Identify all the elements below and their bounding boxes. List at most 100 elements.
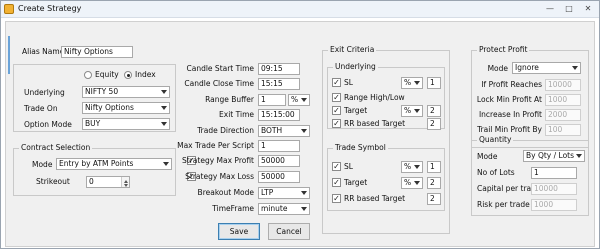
- risk-label: Risk per trade: [477, 200, 530, 209]
- protect-mode-select[interactable]: Ignore: [512, 62, 581, 74]
- trade-on-select[interactable]: Nifty Options: [82, 102, 170, 114]
- quantity-mode-label: Mode: [477, 152, 498, 161]
- trade-direction-select[interactable]: BOTH: [258, 125, 310, 137]
- equity-radio[interactable]: [84, 71, 92, 79]
- chevron-down-icon: [301, 191, 307, 195]
- range-buffer-unit-select[interactable]: %: [288, 94, 310, 106]
- chevron-down-icon: [161, 106, 167, 110]
- symbol-target-checkbox[interactable]: ✓: [332, 178, 341, 187]
- cancel-button[interactable]: Cancel: [268, 223, 310, 240]
- chevron-down-icon: [414, 81, 420, 85]
- protect-mode-label: Mode: [487, 64, 508, 73]
- underlying-target-label: Target: [344, 106, 368, 115]
- candle-close-label: Candle Close Time: [184, 79, 254, 88]
- max-profit-label: Strategy Max Profit: [182, 156, 254, 165]
- risk-input[interactable]: 1000: [531, 199, 577, 211]
- candle-close-input[interactable]: 15:15: [258, 78, 300, 90]
- candle-start-label: Candle Start Time: [186, 64, 255, 73]
- trade-direction-label: Trade Direction: [197, 126, 254, 135]
- maximize-icon[interactable]: □: [563, 4, 575, 14]
- contract-mode-label: Mode: [32, 160, 53, 169]
- quantity-mode-select[interactable]: By Qty / Lots: [523, 150, 585, 162]
- symbol-target-unit: %: [404, 178, 412, 187]
- range-buffer-input[interactable]: 1: [258, 94, 286, 106]
- candle-start-input[interactable]: 09:15: [258, 63, 300, 75]
- title-bar: Create Strategy — □ ✕: [1, 1, 599, 18]
- range-buffer-unit: %: [291, 95, 299, 104]
- max-trade-input[interactable]: 1: [258, 140, 300, 152]
- close-icon[interactable]: ✕: [582, 4, 594, 14]
- underlying-target-input[interactable]: 2: [427, 105, 441, 117]
- timeframe-select[interactable]: minute: [258, 203, 310, 215]
- chevron-down-icon: [414, 181, 420, 185]
- underlying-rr-input[interactable]: 2: [427, 118, 441, 130]
- spin-buttons[interactable]: [121, 177, 129, 187]
- underlying-label: Underlying: [24, 88, 65, 97]
- underlying-rr-checkbox[interactable]: ✓: [332, 119, 341, 128]
- symbol-sl-input[interactable]: 1: [427, 161, 441, 173]
- exit-time-input[interactable]: 15:15:00: [258, 109, 300, 121]
- breakout-mode-label: Breakout Mode: [197, 188, 254, 197]
- increase-input[interactable]: 2000: [545, 109, 581, 121]
- lots-input[interactable]: 1: [531, 167, 577, 179]
- symbol-target-unit-select[interactable]: %: [401, 177, 423, 189]
- symbol-sl-unit: %: [404, 162, 412, 171]
- range-high-low-checkbox[interactable]: ✓: [332, 93, 341, 102]
- minimize-icon[interactable]: —: [544, 4, 556, 14]
- max-loss-input[interactable]: 50000: [258, 171, 300, 183]
- protect-profit-title: Protect Profit: [477, 45, 530, 55]
- symbol-target-input[interactable]: 2: [427, 177, 441, 189]
- chevron-down-icon: [576, 154, 582, 158]
- breakout-mode-select[interactable]: LTP: [258, 187, 310, 199]
- spin-up-icon[interactable]: [123, 178, 128, 183]
- option-mode-select[interactable]: BUY: [82, 118, 170, 130]
- form-area: Alias Name Nifty Options Equity Index Un…: [5, 21, 595, 247]
- symbol-rr-input[interactable]: 2: [427, 193, 441, 205]
- save-button[interactable]: Save: [218, 223, 260, 240]
- contract-mode-select[interactable]: Entry by ATM Points: [56, 158, 172, 170]
- chevron-down-icon: [161, 122, 167, 126]
- underlying-sl-checkbox[interactable]: ✓: [332, 78, 341, 87]
- quantity-title: Quantity: [477, 135, 514, 145]
- spin-down-icon[interactable]: [123, 184, 128, 187]
- underlying-target-unit-select[interactable]: %: [401, 105, 423, 117]
- contract-mode-value: Entry by ATM Points: [59, 159, 134, 168]
- resize-grip: [8, 36, 10, 74]
- index-label: Index: [135, 70, 156, 79]
- underlying-select[interactable]: NIFTY 50: [82, 86, 170, 98]
- capital-input[interactable]: 10000: [531, 183, 577, 195]
- underlying-sl-unit: %: [404, 78, 412, 87]
- underlying-sl-input[interactable]: 1: [427, 77, 441, 89]
- lock-min-input[interactable]: 1000: [545, 94, 581, 106]
- exit-trade-symbol-title: Trade Symbol: [333, 143, 388, 153]
- quantity-mode-value: By Qty / Lots: [526, 151, 575, 160]
- exit-time-label: Exit Time: [219, 110, 254, 119]
- underlying-sl-unit-select[interactable]: %: [401, 77, 423, 89]
- trail-input[interactable]: 100: [545, 124, 581, 136]
- index-radio[interactable]: [124, 71, 132, 79]
- breakout-mode-value: LTP: [261, 188, 274, 197]
- strikeout-stepper[interactable]: 0: [86, 176, 130, 188]
- trade-on-label: Trade On: [24, 104, 58, 113]
- alias-name-input[interactable]: Nifty Options: [61, 46, 133, 58]
- lots-label: No of Lots: [477, 168, 515, 177]
- strikeout-value: 0: [89, 177, 94, 186]
- symbol-sl-checkbox[interactable]: ✓: [332, 162, 341, 171]
- if-profit-input[interactable]: 10000: [545, 79, 581, 91]
- if-profit-label: If Profit Reaches: [481, 80, 542, 89]
- symbol-rr-checkbox[interactable]: ✓: [332, 194, 341, 203]
- range-high-low-label: Range High/Low: [344, 93, 405, 102]
- lock-min-label: Lock Min Profit At: [476, 95, 542, 104]
- contract-selection-group: Contract Selection: [13, 143, 176, 196]
- max-profit-input[interactable]: 50000: [258, 155, 300, 167]
- trade-direction-value: BOTH: [261, 126, 283, 135]
- range-buffer-label: Range Buffer: [205, 95, 254, 104]
- symbol-sl-label: SL: [344, 162, 353, 171]
- symbol-sl-unit-select[interactable]: %: [401, 161, 423, 173]
- chevron-down-icon: [161, 90, 167, 94]
- protect-mode-value: Ignore: [515, 63, 539, 72]
- timeframe-value: minute: [261, 204, 288, 213]
- underlying-target-checkbox[interactable]: ✓: [332, 106, 341, 115]
- app-icon: [4, 4, 14, 14]
- chevron-down-icon: [572, 66, 578, 70]
